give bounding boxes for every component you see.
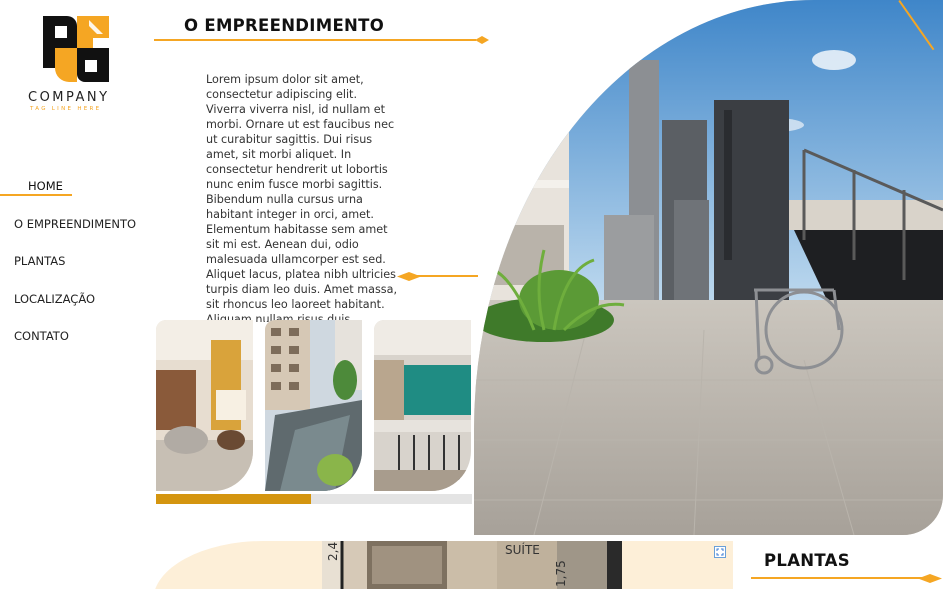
company-tagline: TAG LINE HERE bbox=[30, 106, 102, 112]
section-body-text: Lorem ipsum dolor sit amet, consectetur … bbox=[206, 73, 398, 322]
nav-item-label: PLANTAS bbox=[14, 254, 66, 268]
nav-active-underline bbox=[0, 194, 72, 196]
nav-item-contato[interactable]: CONTATO bbox=[0, 326, 150, 364]
plantas-title: PLANTAS bbox=[764, 551, 850, 570]
floor-plan-image[interactable]: 2,41 SUÍTE 1,75 bbox=[322, 541, 622, 589]
company-name: COMPANY bbox=[28, 90, 110, 105]
nav-item-plantas[interactable]: PLANTAS bbox=[0, 251, 150, 289]
nav-item-home[interactable]: HOME bbox=[0, 176, 150, 214]
company-logo-icon bbox=[43, 16, 109, 82]
diamond-icon bbox=[918, 574, 942, 583]
expand-icon[interactable] bbox=[714, 546, 726, 558]
nav-item-label: HOME bbox=[28, 179, 63, 193]
gallery-thumb-gourmet[interactable] bbox=[374, 320, 471, 491]
photo-gallery bbox=[156, 320, 472, 492]
title-divider bbox=[154, 39, 476, 41]
nav-item-label: O EMPREENDIMENTO bbox=[14, 216, 137, 231]
diamond-icon bbox=[475, 36, 489, 44]
nav-item-label: LOCALIZAÇÃO bbox=[14, 291, 96, 306]
plan-dimension-label: 2,41 bbox=[326, 541, 340, 561]
hero-image bbox=[474, 0, 943, 535]
logo[interactable]: COMPANY TAG LINE HERE bbox=[28, 14, 128, 112]
nav-item-localizacao[interactable]: LOCALIZAÇÃO bbox=[0, 289, 150, 327]
plan-dimension-label: 1,75 bbox=[554, 560, 568, 587]
plantas-divider bbox=[751, 577, 929, 579]
gallery-thumb-lounge[interactable] bbox=[156, 320, 253, 491]
nav-item-empreendimento[interactable]: O EMPREENDIMENTO bbox=[0, 214, 150, 252]
nav-item-label: CONTATO bbox=[14, 329, 69, 343]
main-nav: HOME O EMPREENDIMENTO PLANTAS LOCALIZAÇÃ… bbox=[0, 176, 150, 364]
plan-room-label: SUÍTE bbox=[505, 543, 540, 557]
diamond-icon bbox=[397, 272, 421, 281]
sidebar: COMPANY TAG LINE HERE HOME O EMPREENDIME… bbox=[0, 0, 150, 589]
gallery-thumb-pool[interactable] bbox=[265, 320, 362, 491]
section-title: O EMPREENDIMENTO bbox=[184, 16, 385, 35]
gallery-progress-fill bbox=[156, 494, 311, 504]
gallery-progress-bar[interactable] bbox=[156, 494, 472, 504]
